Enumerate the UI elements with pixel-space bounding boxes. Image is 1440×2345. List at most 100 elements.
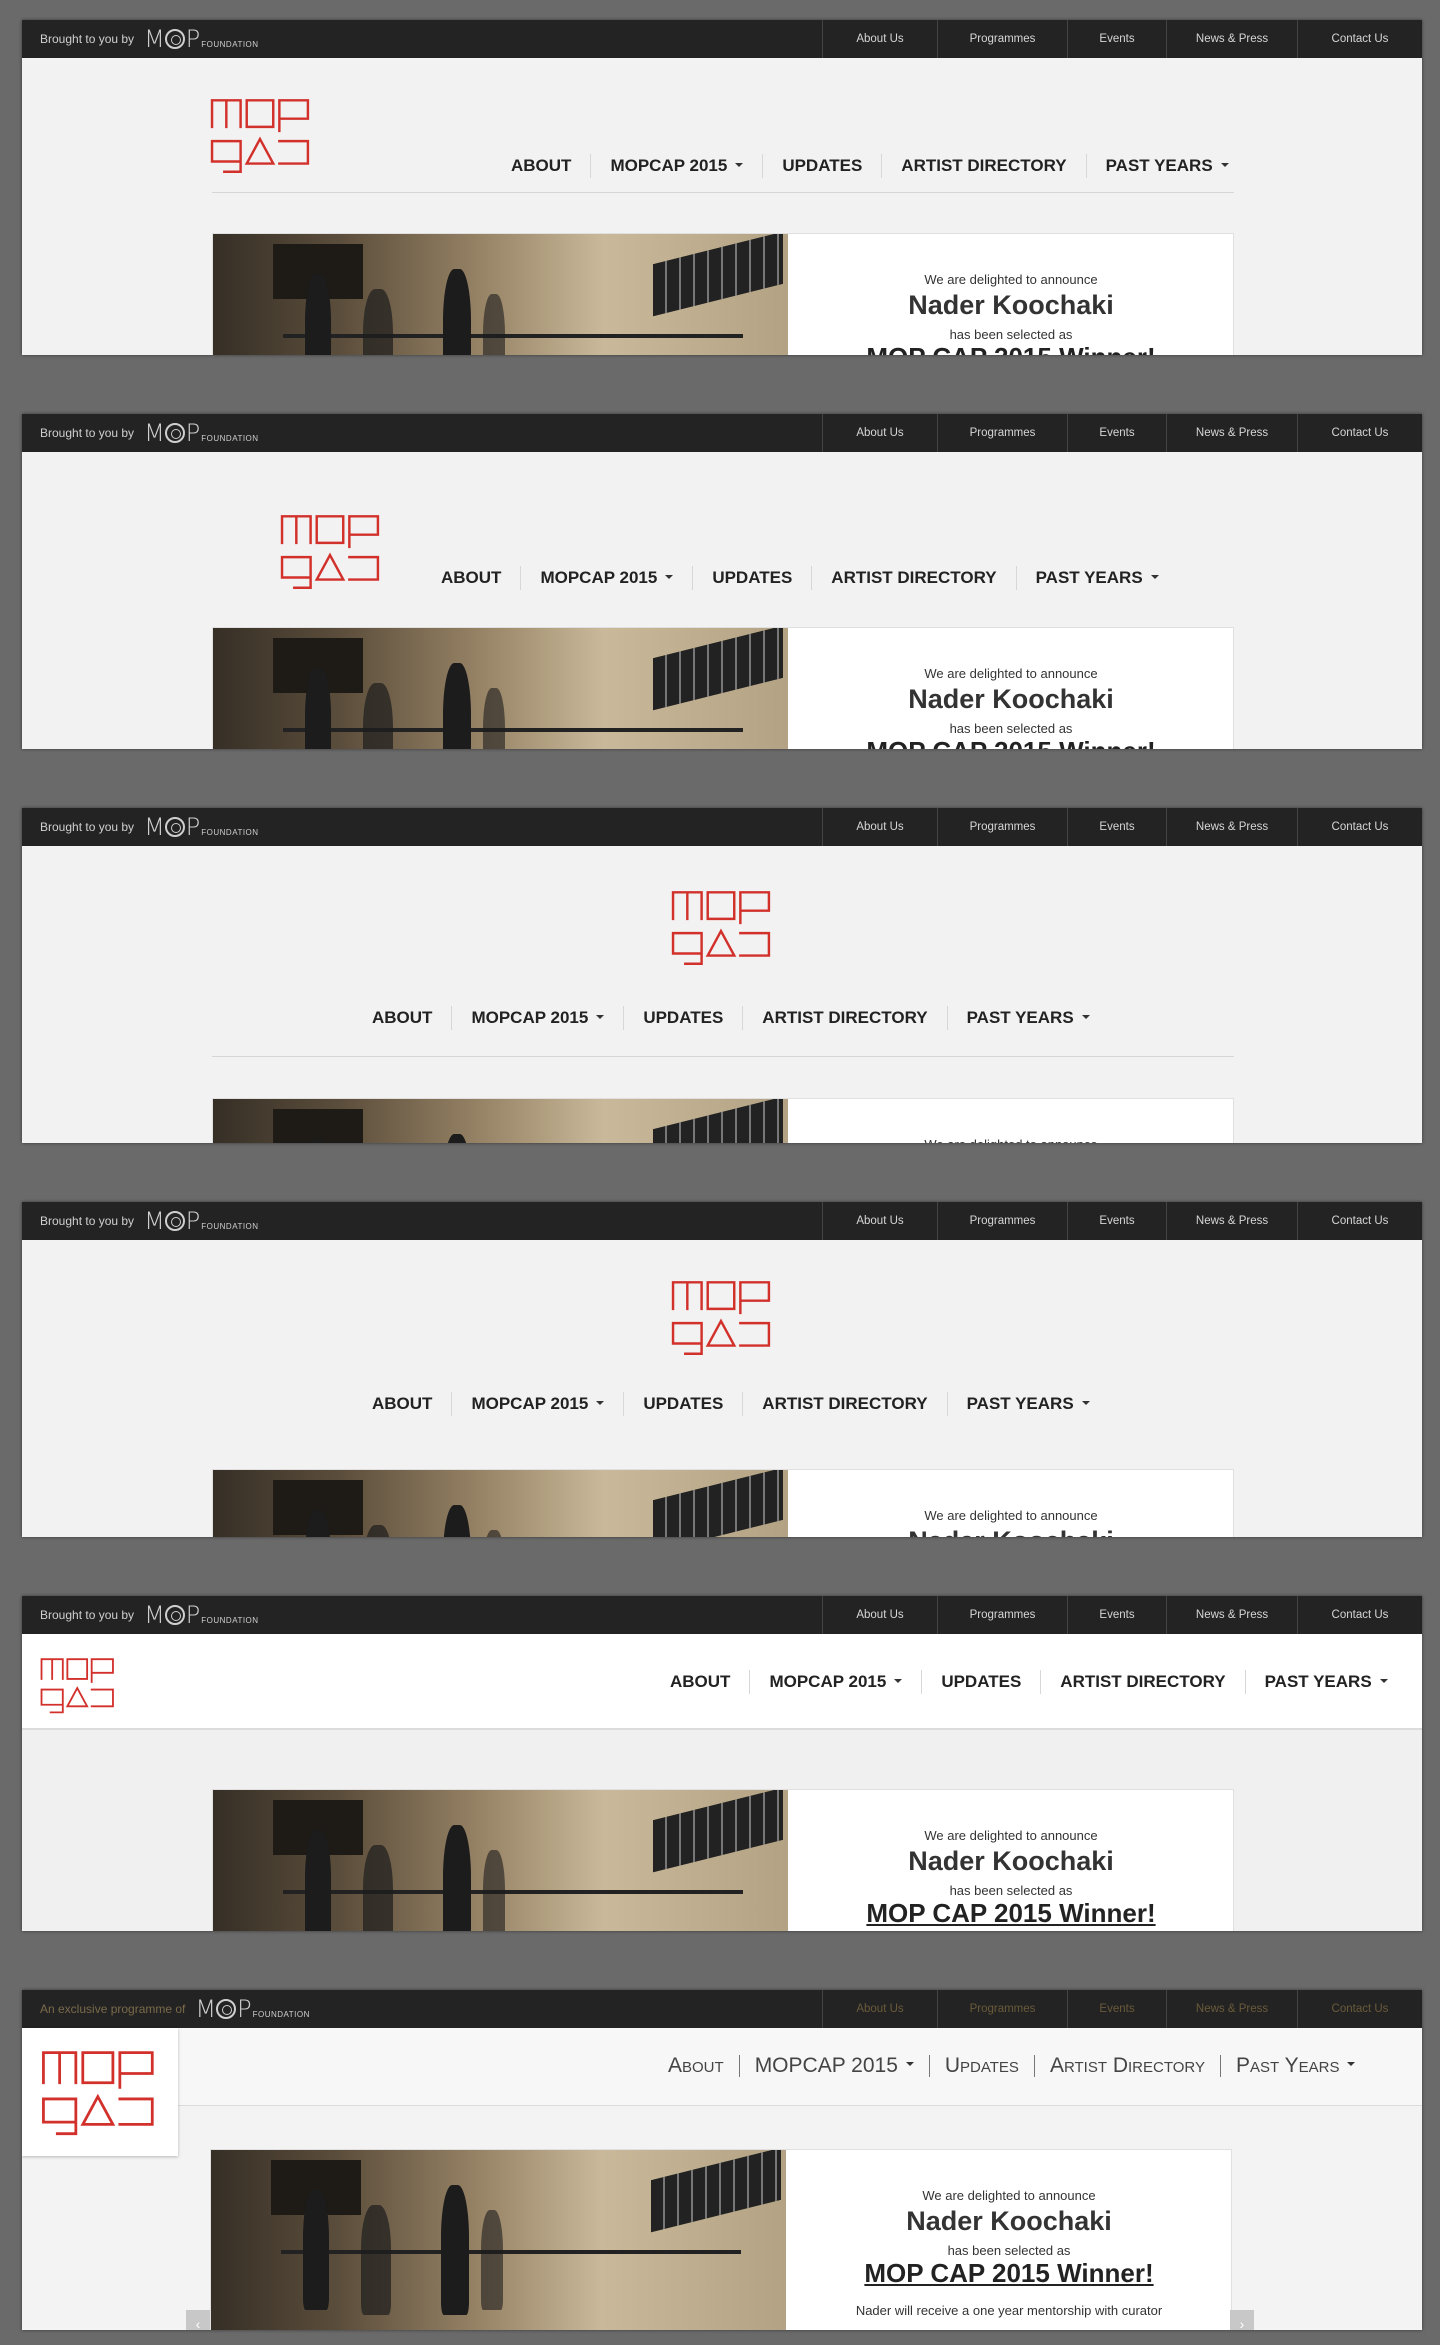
top-link-programmes[interactable]: Programmes (937, 414, 1067, 452)
nav-mopcap-2015[interactable]: MOPCAP 2015 (451, 1006, 623, 1030)
top-link-about-us[interactable]: About Us (822, 1990, 937, 2028)
nav-past-years[interactable]: PAST YEARS (946, 1392, 1090, 1416)
exhibition-photo (213, 1099, 788, 1143)
nav-about[interactable]: About (668, 2055, 739, 2077)
chevron-down-icon (596, 1400, 605, 1405)
mopcap-logo[interactable] (40, 2048, 158, 2136)
nav-artist-directory[interactable]: ARTIST DIRECTORY (881, 154, 1085, 178)
nav-artist-directory[interactable]: Artist Directory (1033, 2055, 1220, 2077)
top-link-events[interactable]: Events (1067, 1596, 1166, 1634)
top-menu: About Us Programmes Events News & Press … (822, 1990, 1422, 2028)
top-link-about-us[interactable]: About Us (822, 414, 937, 452)
nav-updates[interactable]: UPDATES (623, 1006, 742, 1030)
slider-next-arrow[interactable]: › (1230, 2310, 1254, 2330)
top-link-events[interactable]: Events (1067, 808, 1166, 846)
top-link-news-press[interactable]: News & Press (1166, 1990, 1297, 2028)
announcement-caption: We are delighted to announce Nader Kooch… (788, 628, 1234, 749)
top-link-news-press[interactable]: News & Press (1166, 20, 1297, 58)
nav-about[interactable]: ABOUT (511, 154, 590, 178)
top-link-events[interactable]: Events (1067, 20, 1166, 58)
nav-past-years[interactable]: PAST YEARS (1015, 566, 1159, 590)
mopcap-logo[interactable] (40, 1656, 116, 1714)
top-link-contact-us[interactable]: Contact Us (1297, 1202, 1422, 1240)
top-link-contact-us[interactable]: Contact Us (1297, 1990, 1422, 2028)
nav-mopcap-2015[interactable]: MOPCAP 2015 (738, 2055, 929, 2077)
nav-mopcap-2015[interactable]: MOPCAP 2015 (520, 566, 692, 590)
nav-updates[interactable]: Updates (928, 2055, 1034, 2077)
top-link-news-press[interactable]: News & Press (1166, 808, 1297, 846)
nav-artist-directory[interactable]: ARTIST DIRECTORY (742, 1392, 946, 1416)
nav-past-years[interactable]: Past Years (1219, 2055, 1356, 2077)
nav-artist-directory[interactable]: ARTIST DIRECTORY (811, 566, 1015, 590)
top-link-programmes[interactable]: Programmes (937, 808, 1067, 846)
exhibition-photo (213, 234, 788, 355)
announce-intro: We are delighted to announce (924, 1828, 1098, 1843)
top-link-news-press[interactable]: News & Press (1166, 1202, 1297, 1240)
mop-foundation-logo[interactable]: M P FOUNDATION (144, 1209, 259, 1233)
mopcap-logo[interactable] (210, 96, 312, 174)
mop-foundation-logo[interactable]: M P FOUNDATION (195, 1997, 310, 2021)
top-link-news-press[interactable]: News & Press (1166, 414, 1297, 452)
nav-artist-directory[interactable]: ARTIST DIRECTORY (1040, 1670, 1244, 1694)
top-link-contact-us[interactable]: Contact Us (1297, 414, 1422, 452)
top-link-about-us[interactable]: About Us (822, 808, 937, 846)
nav-mopcap-2015[interactable]: MOPCAP 2015 (590, 154, 762, 178)
top-link-events[interactable]: Events (1067, 1202, 1166, 1240)
nav-about[interactable]: ABOUT (441, 566, 520, 590)
top-link-contact-us[interactable]: Contact Us (1297, 808, 1422, 846)
nav-about[interactable]: ABOUT (670, 1670, 749, 1694)
mop-foundation-logo[interactable]: M P FOUNDATION (144, 1603, 259, 1627)
chevron-down-icon (1081, 1400, 1090, 1405)
nav-mopcap-2015[interactable]: MOPCAP 2015 (749, 1670, 921, 1694)
top-link-programmes[interactable]: Programmes (937, 1202, 1067, 1240)
selected-as: has been selected as (949, 327, 1073, 342)
main-nav: ABOUT MOPCAP 2015 UPDATES ARTIST DIRECTO… (441, 566, 1159, 590)
announcement-banner: We are delighted to announce Nader Kooch… (212, 1789, 1234, 1931)
top-link-contact-us[interactable]: Contact Us (1297, 1596, 1422, 1634)
exhibition-photo (211, 2150, 786, 2330)
slider-prev-arrow[interactable]: ‹ (186, 2310, 210, 2330)
top-bar: Brought to you by M P FOUNDATION About Us … (22, 20, 1422, 58)
mop-foundation-logo[interactable]: M P FOUNDATION (144, 421, 259, 445)
nav-updates[interactable]: UPDATES (692, 566, 811, 590)
mop-foundation-logo[interactable]: M P FOUNDATION (144, 27, 259, 51)
top-link-about-us[interactable]: About Us (822, 1202, 937, 1240)
winner-title-link[interactable]: MOP CAP 2015 Winner! (788, 736, 1234, 749)
top-link-news-press[interactable]: News & Press (1166, 1596, 1297, 1634)
top-bar: Brought to you by M P FOUNDATION About Us … (22, 1202, 1422, 1240)
mopcap-logo[interactable] (671, 888, 773, 966)
winner-title-link[interactable]: MOP CAP 2015 Winner! (786, 2258, 1232, 2289)
winner-title-link[interactable]: MOP CAP 2015 Winner! (788, 342, 1234, 355)
nav-about[interactable]: ABOUT (372, 1392, 451, 1416)
winner-title-link[interactable]: MOP CAP 2015 Winner! (788, 1898, 1234, 1929)
mopcap-logo[interactable] (280, 512, 382, 590)
top-link-programmes[interactable]: Programmes (937, 1990, 1067, 2028)
nav-about[interactable]: ABOUT (372, 1006, 451, 1030)
top-link-contact-us[interactable]: Contact Us (1297, 20, 1422, 58)
nav-past-years[interactable]: PAST YEARS (1085, 154, 1229, 178)
nav-past-years[interactable]: PAST YEARS (1244, 1670, 1388, 1694)
top-link-about-us[interactable]: About Us (822, 20, 937, 58)
main-nav: ABOUT MOPCAP 2015 UPDATES ARTIST DIRECTO… (670, 1670, 1388, 1694)
announcement-banner: We are delighted to announce Nader Kooch… (212, 1098, 1234, 1143)
chevron-down-icon (1150, 574, 1159, 579)
nav-artist-directory[interactable]: ARTIST DIRECTORY (742, 1006, 946, 1030)
mopcap-logo[interactable] (671, 1278, 773, 1356)
nav-updates[interactable]: UPDATES (762, 154, 881, 178)
nav-mopcap-2015[interactable]: MOPCAP 2015 (451, 1392, 623, 1416)
mop-foundation-logo[interactable]: M P FOUNDATION (144, 815, 259, 839)
top-bar: An exclusive programme of M P FOUNDATION A… (22, 1990, 1422, 2028)
winner-name: Nader Koochaki (906, 2206, 1112, 2236)
top-link-programmes[interactable]: Programmes (937, 20, 1067, 58)
exhibition-photo (213, 1790, 788, 1931)
announce-intro: We are delighted to announce (924, 272, 1098, 287)
nav-updates[interactable]: UPDATES (623, 1392, 742, 1416)
top-link-programmes[interactable]: Programmes (937, 1596, 1067, 1634)
top-link-events[interactable]: Events (1067, 414, 1166, 452)
top-link-about-us[interactable]: About Us (822, 1596, 937, 1634)
top-link-events[interactable]: Events (1067, 1990, 1166, 2028)
layout-variant-4: Brought to you by M P FOUNDATION About Us … (22, 1202, 1422, 1537)
nav-past-years[interactable]: PAST YEARS (946, 1006, 1090, 1030)
announce-intro: We are delighted to announce (924, 666, 1098, 681)
nav-updates[interactable]: UPDATES (921, 1670, 1040, 1694)
